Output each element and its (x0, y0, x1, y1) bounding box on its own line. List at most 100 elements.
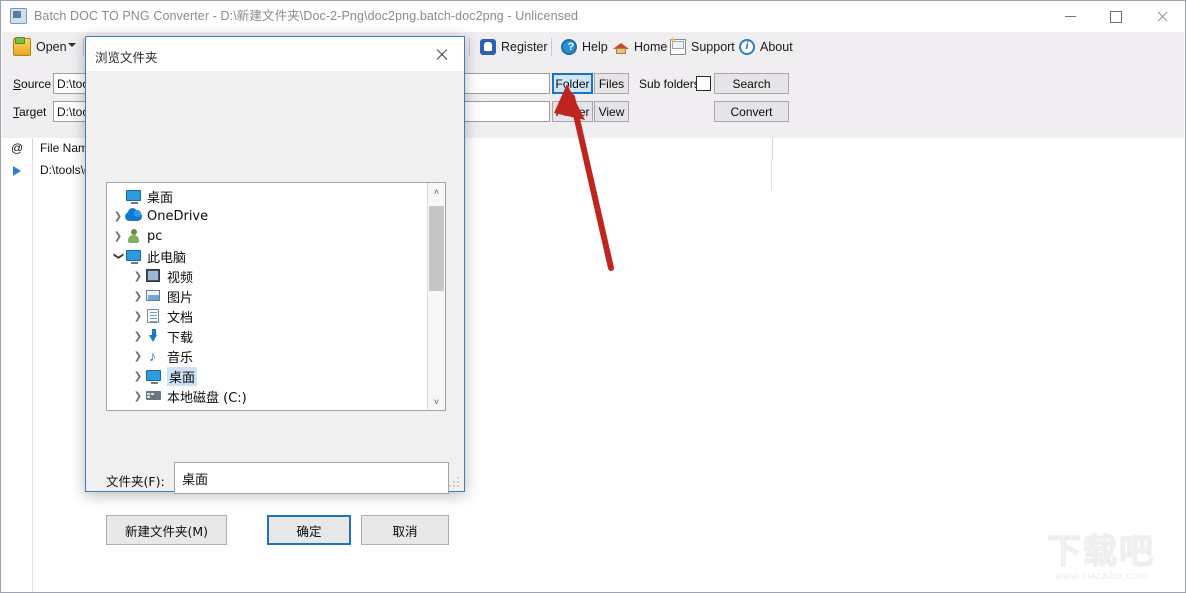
scroll-up-arrow-icon[interactable]: ˄ (428, 183, 445, 200)
tree-item-label: OneDrive (147, 208, 209, 224)
toolbar-divider (551, 38, 552, 56)
tree-scrollbar[interactable]: ˄ ˅ (427, 183, 445, 410)
cloud-icon (125, 208, 142, 224)
window-controls (1047, 1, 1185, 32)
folder-field-label: 文件夹(F): (106, 474, 165, 489)
column-divider[interactable] (32, 138, 33, 160)
subfolders-checkbox[interactable] (696, 76, 711, 91)
chevron-right-icon[interactable]: ❯ (111, 206, 125, 226)
convert-button[interactable]: Convert (714, 101, 789, 122)
chevron-right-icon[interactable]: ❯ (131, 306, 145, 326)
scrollbar-thumb[interactable] (429, 206, 444, 291)
new-folder-button[interactable]: 新建文件夹(M) (106, 515, 227, 545)
chevron-right-icon[interactable]: ❯ (111, 226, 125, 246)
close-button[interactable] (1139, 1, 1185, 32)
support-button[interactable]: Support (670, 36, 735, 57)
tree-expander (111, 186, 125, 206)
home-button[interactable]: Home (613, 36, 667, 57)
about-icon (739, 38, 755, 55)
maximize-button[interactable] (1093, 1, 1139, 32)
register-button[interactable]: Register (480, 36, 548, 57)
open-dropdown-caret-icon[interactable] (68, 43, 76, 47)
help-label: Help (582, 39, 608, 54)
cancel-button[interactable]: 取消 (361, 515, 449, 545)
help-button[interactable]: Help (561, 36, 608, 57)
tree-item-label: 下载 (167, 330, 194, 346)
row-file-name: D:\tools\g (40, 163, 91, 177)
support-icon (670, 38, 686, 55)
resize-grip[interactable] (449, 477, 460, 488)
ok-button[interactable]: 确定 (267, 515, 351, 545)
target-folder-button[interactable]: Folder (552, 101, 593, 122)
app-icon (10, 8, 27, 24)
tree-item-label: 本地磁盘 (C:) (167, 390, 247, 406)
tree-item-music[interactable]: ❯ ♪ 音乐 (131, 346, 193, 366)
help-icon (561, 38, 579, 55)
music-icon: ♪ (149, 348, 156, 364)
minimize-button[interactable] (1047, 1, 1093, 32)
screen: Batch DOC TO PNG Converter - D:\新建文件夹\Do… (0, 0, 1186, 593)
tree-item-label: 图片 (167, 290, 194, 306)
open-button[interactable]: Open (9, 36, 71, 57)
search-button[interactable]: Search (714, 73, 789, 94)
source-files-button[interactable]: Files (594, 73, 629, 94)
chevron-right-icon[interactable]: ❯ (131, 326, 145, 346)
toolbar-divider (83, 38, 84, 56)
watermark: 下载吧 www.xiazaiba.com (1026, 532, 1176, 585)
tree-item-label: 音乐 (167, 350, 194, 366)
open-folder-icon (13, 36, 31, 56)
dialog-title-bar: 浏览文件夹 (86, 37, 464, 71)
about-label: About (760, 39, 793, 54)
register-label: Register (501, 39, 548, 54)
source-label: Source (13, 77, 52, 91)
desktop-icon (145, 368, 162, 384)
chevron-right-icon[interactable]: ❯ (131, 286, 145, 306)
tree-item-downloads[interactable]: ❯ 下载 (131, 326, 193, 346)
tree-item-pc-user[interactable]: ❯ pc (111, 226, 163, 246)
scroll-down-arrow-icon[interactable]: ˅ (428, 393, 445, 410)
tree-item-label: 此电脑 (147, 250, 187, 266)
chevron-right-icon[interactable]: ❯ (131, 366, 145, 386)
folder-name-input[interactable]: 桌面 (174, 462, 449, 494)
open-button-label: Open (36, 39, 67, 54)
tree-item-pictures[interactable]: ❯ 图片 (131, 286, 193, 306)
disk-icon (145, 388, 162, 404)
desktop-icon (125, 188, 142, 204)
list-column-divider (32, 160, 33, 592)
dialog-close-button[interactable] (419, 37, 464, 71)
videos-icon (145, 268, 162, 284)
tree-item-label: 桌面 (167, 366, 198, 386)
title-bar: Batch DOC TO PNG Converter - D:\新建文件夹\Do… (1, 1, 1185, 33)
window-title: Batch DOC TO PNG Converter - D:\新建文件夹\Do… (34, 9, 579, 23)
tree-item-videos[interactable]: ❯ 视频 (131, 266, 193, 286)
column-divider[interactable] (772, 138, 773, 160)
tree-item-desktop[interactable]: 桌面 (111, 186, 173, 206)
column-header-mark[interactable]: @ (11, 141, 23, 155)
source-folder-button[interactable]: Folder (552, 73, 593, 94)
watermark-url: www.xiazaiba.com (1055, 571, 1147, 582)
tree-item-desktop-selected[interactable]: ❯ 桌面 (131, 366, 198, 386)
watermark-text: 下载吧 (1046, 532, 1155, 572)
chevron-right-icon[interactable]: ❯ (131, 386, 145, 406)
target-view-button[interactable]: View (594, 101, 629, 122)
tree-item-label: pc (147, 228, 163, 244)
support-label: Support (691, 39, 735, 54)
target-label: Target (13, 105, 47, 119)
tree-item-label: 文档 (167, 310, 194, 326)
tree-item-label: 视频 (167, 270, 194, 286)
documents-icon (145, 308, 162, 324)
about-button[interactable]: About (739, 36, 793, 57)
home-icon (613, 39, 629, 55)
folder-tree[interactable]: 桌面 ❯ OneDrive ❯ pc ❮ 此电脑 ❯ 视频 ❯ 图片 ❯ 文档 … (106, 182, 446, 411)
tree-item-onedrive[interactable]: ❯ OneDrive (111, 206, 208, 226)
chevron-right-icon[interactable]: ❯ (131, 266, 145, 286)
tree-item-this-pc[interactable]: ❮ 此电脑 (111, 246, 186, 266)
register-icon (480, 38, 496, 55)
chevron-right-icon[interactable]: ❯ (131, 346, 145, 366)
tree-item-label: 桌面 (147, 190, 174, 206)
row-marker-icon (13, 166, 21, 176)
tree-item-documents[interactable]: ❯ 文档 (131, 306, 193, 326)
home-label: Home (634, 39, 668, 54)
tree-item-local-disk-c[interactable]: ❯ 本地磁盘 (C:) (131, 386, 247, 406)
computer-icon (125, 248, 142, 264)
